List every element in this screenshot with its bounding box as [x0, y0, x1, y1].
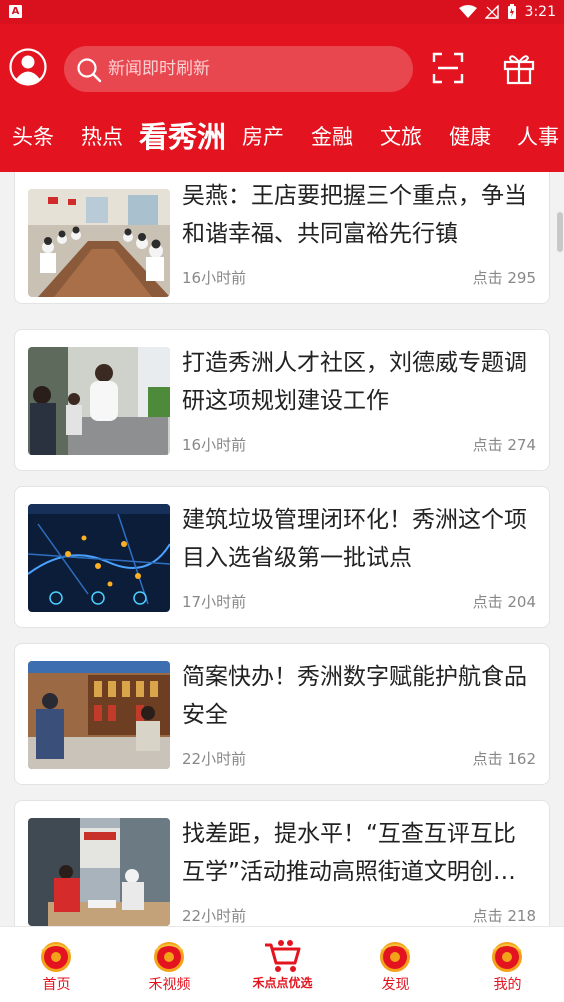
tab-toutiao[interactable]: 头条: [12, 112, 54, 162]
news-click-count: 点击 204: [472, 593, 536, 611]
wifi-icon: [458, 5, 477, 18]
nav-label: 禾视频: [148, 977, 191, 993]
news-title: 建筑垃圾管理闭环化！秀洲这个项目入选省级第一批试点: [182, 507, 527, 571]
nav-shop[interactable]: 禾点点优选: [226, 927, 339, 1002]
battery-icon: [507, 4, 516, 19]
lantern-icon: [41, 942, 71, 972]
notification-icon: A: [9, 5, 22, 18]
nav-video[interactable]: 禾视频: [113, 927, 226, 1002]
search-icon: [77, 58, 102, 83]
bottom-nav: 首页 禾视频 禾点点优选 发现 我的: [0, 926, 564, 1002]
news-title: 吴燕：王店要把握三个重点，争当和谐幸福、共同富裕先行镇: [182, 183, 527, 247]
news-thumbnail: [28, 818, 170, 926]
tab-wenlv[interactable]: 文旅: [380, 112, 422, 162]
nav-label: 首页: [42, 977, 71, 993]
news-card[interactable]: 找差距，提水平！“互查互评互比互学”活动推动高照街道文明创… 22小时前 点击 …: [14, 800, 550, 926]
gift-icon[interactable]: [502, 51, 536, 85]
lantern-icon: [154, 942, 184, 972]
app-header: 新闻即时刷新 头条 热点 看秀洲 房产 金融 文旅 健康 人事: [0, 24, 564, 172]
nav-label: 发现: [381, 977, 410, 993]
feed-scrollbar[interactable]: [557, 212, 563, 252]
news-time: 16小时前: [182, 436, 247, 454]
nav-mine[interactable]: 我的: [451, 927, 564, 1002]
lantern-icon: [492, 942, 522, 972]
nav-label: 禾点点优选: [252, 976, 313, 990]
nav-home[interactable]: 首页: [0, 927, 113, 1002]
tab-jinrong[interactable]: 金融: [311, 112, 353, 162]
signal-icon: [484, 5, 499, 19]
status-bar: A 3:21: [0, 0, 564, 24]
news-thumbnail: [28, 347, 170, 455]
search-placeholder: 新闻即时刷新: [108, 59, 210, 79]
tab-fangchan[interactable]: 房产: [242, 112, 284, 162]
search-bar[interactable]: 新闻即时刷新: [64, 46, 413, 92]
nav-label: 我的: [493, 977, 522, 993]
news-time: 22小时前: [182, 750, 247, 768]
tab-renshi[interactable]: 人事: [517, 112, 559, 162]
news-click-count: 点击 295: [472, 269, 536, 287]
news-card[interactable]: 吴燕：王店要把握三个重点，争当和谐幸福、共同富裕先行镇 16小时前 点击 295: [14, 172, 550, 304]
status-time: 3:21: [524, 4, 556, 20]
category-tabs: 头条 热点 看秀洲 房产 金融 文旅 健康 人事: [0, 112, 564, 162]
news-title: 打造秀洲人才社区，刘德威专题调研这项规划建设工作: [182, 350, 527, 414]
news-card[interactable]: 建筑垃圾管理闭环化！秀洲这个项目入选省级第一批试点 17小时前 点击 204: [14, 486, 550, 628]
news-time: 22小时前: [182, 907, 247, 925]
nav-discover[interactable]: 发现: [339, 927, 452, 1002]
tab-jiankang[interactable]: 健康: [449, 112, 491, 162]
news-thumbnail: [28, 661, 170, 769]
news-title: 简案快办！秀洲数字赋能护航食品安全: [182, 664, 527, 728]
news-feed: 吴燕：王店要把握三个重点，争当和谐幸福、共同富裕先行镇 16小时前 点击 295…: [0, 172, 564, 926]
news-card[interactable]: 打造秀洲人才社区，刘德威专题调研这项规划建设工作 16小时前 点击 274: [14, 329, 550, 471]
tab-kanxiuzhou[interactable]: 看秀洲: [139, 112, 226, 162]
news-thumbnail: [28, 189, 170, 297]
news-thumbnail: [28, 504, 170, 612]
news-time: 17小时前: [182, 593, 247, 611]
news-click-count: 点击 162: [472, 750, 536, 768]
news-card[interactable]: 简案快办！秀洲数字赋能护航食品安全 22小时前 点击 162: [14, 643, 550, 785]
lantern-icon: [380, 942, 410, 972]
news-click-count: 点击 218: [472, 907, 536, 925]
news-time: 16小时前: [182, 269, 247, 287]
shopping-cart-icon: [265, 940, 301, 972]
news-click-count: 点击 274: [472, 436, 536, 454]
scan-icon[interactable]: [432, 52, 464, 84]
tab-redian[interactable]: 热点: [81, 112, 123, 162]
news-title: 找差距，提水平！“互查互评互比互学”活动推动高照街道文明创…: [182, 821, 516, 885]
user-avatar-icon[interactable]: [9, 48, 47, 86]
